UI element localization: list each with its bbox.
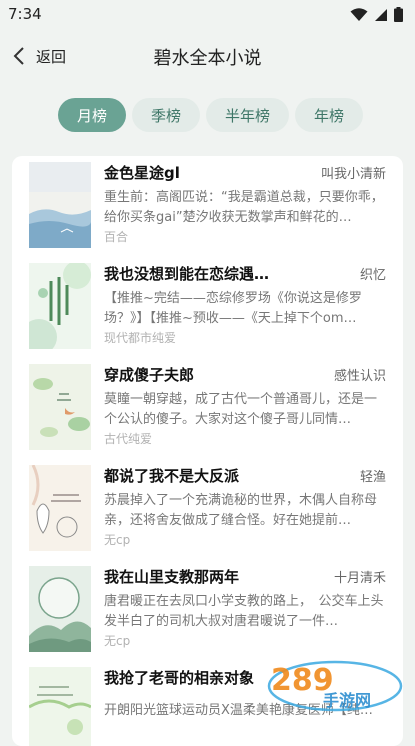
book-cover [29,566,91,652]
book-description: 唐君暖正在去凤口小学支教的路上， 公交车上头发半白了的司机大叔对唐君暖说了一件… [104,594,384,629]
book-cover [29,667,91,746]
book-cover [29,162,91,248]
book-author: 叫我小清新 [320,167,386,182]
book-tag: 百合 [104,230,129,244]
book-author: 十月清禾 [333,571,386,586]
book-item[interactable]: 穿成傻子夫郎 感性认识 莫瞳一朝穿越，成了古代一个普通哥儿，还是一个公认的傻子。… [12,358,403,458]
book-description: 【推推~完结——恋综修罗场《你说这是修罗场？》】【推推~预收——《天上掉下个om… [104,291,362,326]
wifi-icon [350,7,368,21]
status-time: 7:34 [8,5,42,23]
book-title: 金色星途gl [104,164,180,182]
book-tag: 无cp [104,533,131,547]
ranking-tabs: 月榜 季榜 半年榜 年榜 [58,98,363,132]
book-item[interactable]: 我在山里支教那两年 十月清禾 唐君暖正在去凤口小学支教的路上， 公交车上头发半白… [12,560,403,660]
book-author: 感性认识 [333,369,386,384]
page-title: 碧水全本小说 [153,48,262,69]
tab-monthly[interactable]: 月榜 [58,98,126,132]
book-title: 我也没想到能在恋综遇… [104,265,270,283]
book-cover [29,263,91,349]
book-description: 莫瞳一朝穿越，成了古代一个普通哥儿，还是一个公认的傻子。大家对这个傻子哥儿同情… [104,392,378,427]
book-cover [29,364,91,450]
book-item[interactable]: 都说了我不是大反派 轻渔 苏晨掉入了一个充满诡秘的世界，木偶人自称母亲，还将舍友… [12,459,403,559]
tab-quarterly[interactable]: 季榜 [132,98,200,132]
watermark-text: 手游网 [323,691,371,710]
book-description: 重生前：高阁匹说：“我是霸道总裁，只要你乖，给你买条gai”楚汐收获无数掌声和鲜… [104,190,384,225]
book-title: 穿成傻子夫郎 [104,366,195,384]
book-title: 都说了我不是大反派 [104,467,240,485]
book-author: 轻渔 [359,470,386,485]
tab-yearly[interactable]: 年榜 [295,98,363,132]
book-tag: 古代纯爱 [104,432,153,446]
tab-half-year[interactable]: 半年榜 [206,98,289,132]
book-author: 织忆 [359,268,386,283]
watermark-logo: 289 手游网 [255,658,403,716]
book-description: 苏晨掉入了一个充满诡秘的世界，木偶人自称母亲，还将舍友做成了缝合怪。好在她提前… [104,493,378,528]
book-tag: 现代都市纯爱 [104,331,177,345]
book-item[interactable]: 金色星途gl 叫我小清新 重生前：高阁匹说：“我是霸道总裁，只要你乖，给你买条g… [12,156,403,256]
battery-icon [394,7,403,22]
status-icons [350,7,403,22]
book-title: 我在山里支教那两年 [104,568,240,586]
book-item[interactable]: 我也没想到能在恋综遇… 织忆 【推推~完结——恋综修罗场《你说这是修罗场？》】【… [12,257,403,357]
nav-bar: 返回 碧水全本小说 [0,34,415,78]
signal-icon [375,8,387,21]
status-bar: 7:34 [0,0,415,30]
book-tag: 无cp [104,634,131,648]
book-cover [29,465,91,551]
